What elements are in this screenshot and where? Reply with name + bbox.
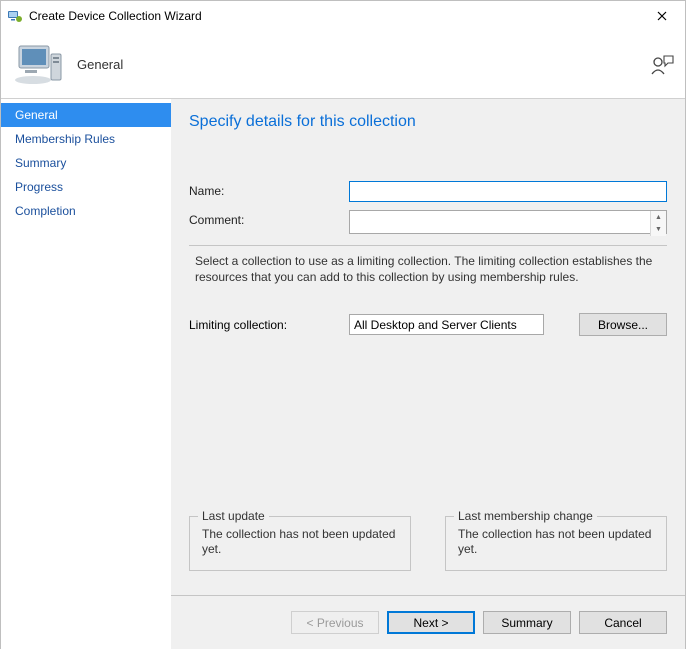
name-input[interactable] bbox=[349, 181, 667, 202]
comment-input[interactable] bbox=[349, 210, 667, 234]
titlebar: Create Device Collection Wizard bbox=[1, 1, 685, 31]
last-change-group: Last membership change The collection ha… bbox=[445, 516, 667, 571]
chevron-up-icon[interactable]: ▲ bbox=[651, 211, 666, 224]
user-feedback-icon[interactable] bbox=[649, 52, 675, 78]
divider bbox=[189, 245, 667, 246]
wizard-footer: < Previous Next > Summary Cancel bbox=[171, 595, 685, 649]
browse-button[interactable]: Browse... bbox=[579, 313, 667, 336]
last-update-group: Last update The collection has not been … bbox=[189, 516, 411, 571]
next-button[interactable]: Next > bbox=[387, 611, 475, 634]
wizard-steps: General Membership Rules Summary Progres… bbox=[1, 99, 171, 649]
last-update-legend: Last update bbox=[198, 509, 269, 523]
chevron-down-icon[interactable]: ▼ bbox=[651, 224, 666, 237]
step-membership-rules[interactable]: Membership Rules bbox=[1, 127, 171, 151]
header-page-name: General bbox=[77, 57, 123, 72]
previous-button: < Previous bbox=[291, 611, 379, 634]
limiting-help-text: Select a collection to use as a limiting… bbox=[195, 254, 661, 285]
computer-icon bbox=[15, 44, 63, 86]
summary-button[interactable]: Summary bbox=[483, 611, 571, 634]
app-icon bbox=[7, 8, 23, 24]
step-general[interactable]: General bbox=[1, 103, 171, 127]
limiting-collection-field bbox=[349, 314, 544, 335]
name-label: Name: bbox=[189, 181, 349, 198]
window-title: Create Device Collection Wizard bbox=[29, 9, 639, 23]
step-completion[interactable]: Completion bbox=[1, 199, 171, 223]
last-update-text: The collection has not been updated yet. bbox=[202, 527, 398, 558]
wizard-header: General bbox=[1, 31, 685, 99]
comment-spinner[interactable]: ▲ ▼ bbox=[650, 211, 666, 236]
wizard-content: Specify details for this collection Name… bbox=[171, 99, 685, 649]
step-summary[interactable]: Summary bbox=[1, 151, 171, 175]
last-change-text: The collection has not been updated yet. bbox=[458, 527, 654, 558]
step-progress[interactable]: Progress bbox=[1, 175, 171, 199]
page-heading: Specify details for this collection bbox=[189, 113, 667, 131]
limiting-label: Limiting collection: bbox=[189, 318, 349, 332]
comment-label: Comment: bbox=[189, 210, 349, 227]
close-button[interactable] bbox=[639, 1, 685, 31]
cancel-button[interactable]: Cancel bbox=[579, 611, 667, 634]
last-change-legend: Last membership change bbox=[454, 509, 597, 523]
